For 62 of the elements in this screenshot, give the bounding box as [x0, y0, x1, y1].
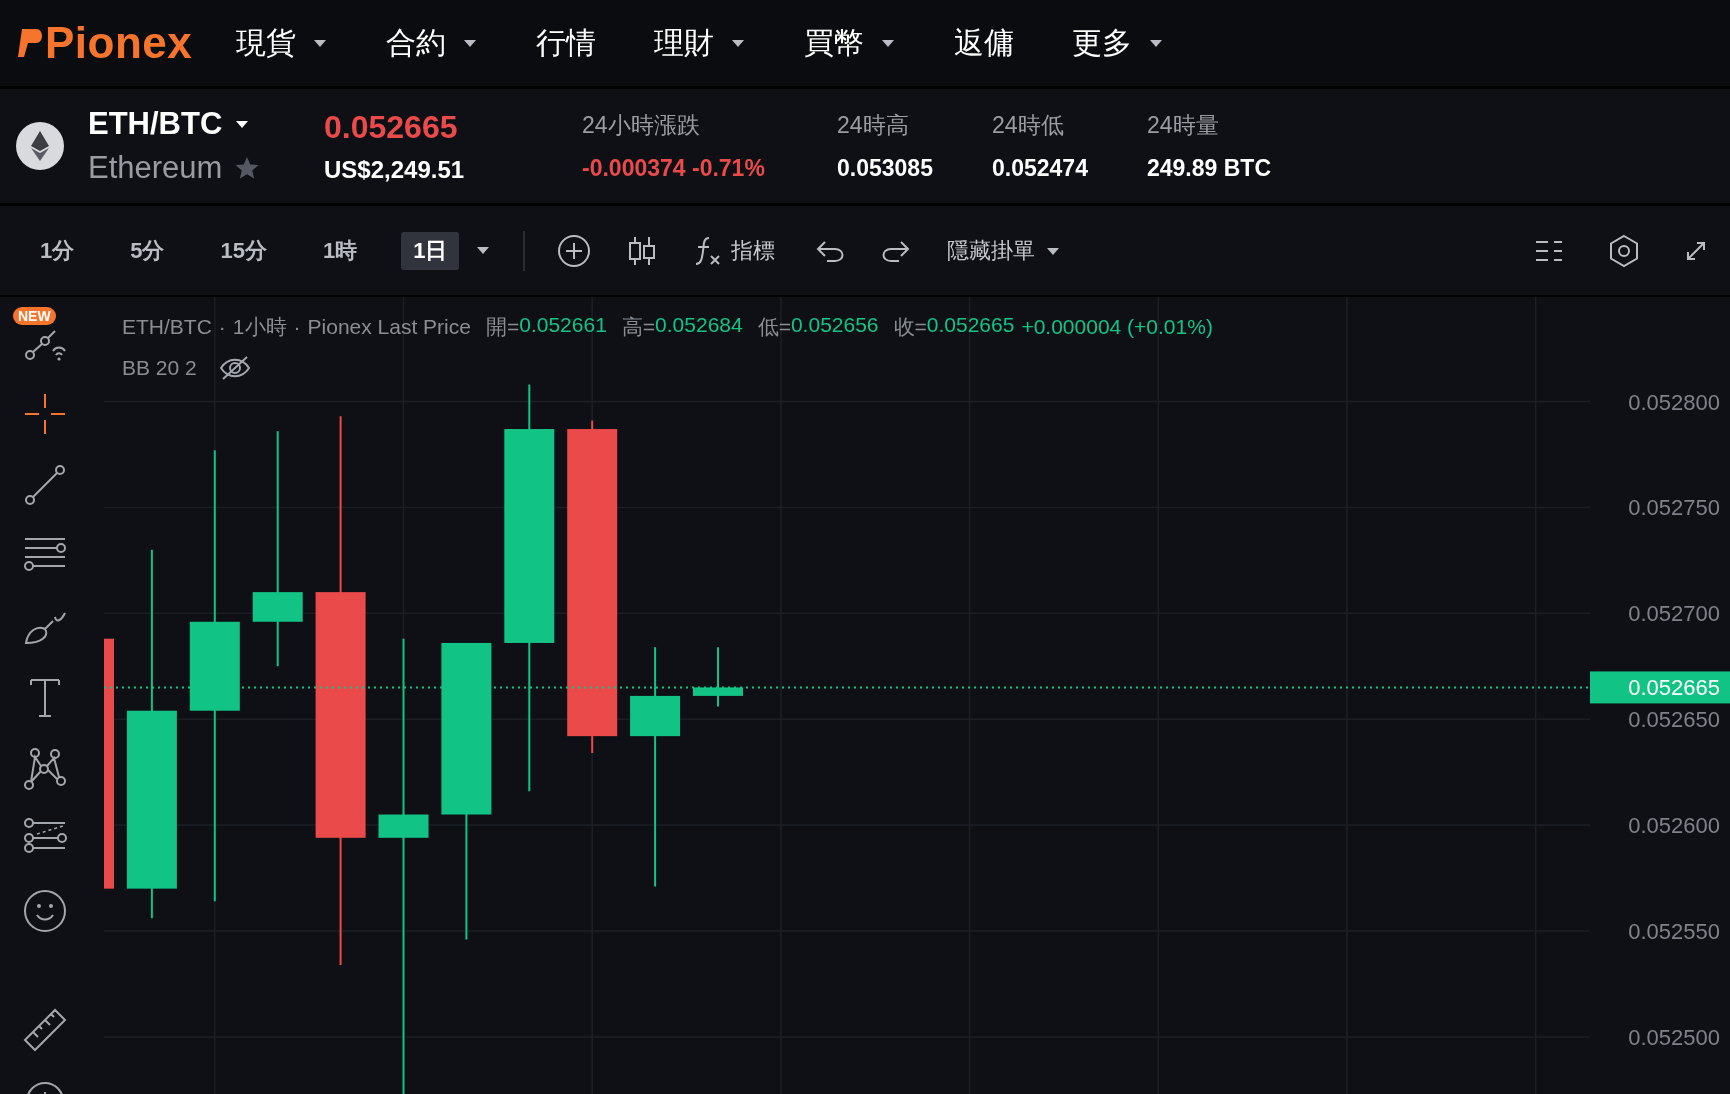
ohlc-value: 低=0.052656: [757, 313, 879, 340]
stat-value: 249.89 BTC: [1147, 155, 1272, 182]
hide-orders-dropdown[interactable]: 隱藏掛單: [947, 235, 1062, 266]
interval-tab[interactable]: 5分: [118, 231, 177, 270]
crosshair-icon[interactable]: [23, 392, 67, 436]
star-icon[interactable]: [234, 155, 261, 181]
ohlc-value: 開=0.052661: [485, 313, 607, 340]
stat-label: 24小時漲跌: [582, 111, 701, 140]
coin-name: Ethereum: [88, 150, 223, 186]
legend-text: Pionex Last Price: [307, 315, 471, 339]
pattern-icon[interactable]: [23, 747, 67, 791]
nav-menu-item[interactable]: 理財: [654, 22, 747, 64]
add-circle-icon[interactable]: [557, 233, 592, 268]
eye-slash-icon[interactable]: [217, 355, 252, 381]
line-tool-icon[interactable]: [23, 463, 67, 507]
legend-text: 1小時: [232, 314, 287, 340]
legend-text: ETH/BTC: [122, 315, 212, 339]
ruler-icon[interactable]: [23, 1008, 67, 1052]
stat-label: 24時高: [837, 111, 910, 140]
change-value: +0.000004 (+0.01%): [1021, 315, 1213, 339]
price-axis-label: 0.052700: [1628, 601, 1720, 627]
nav-menu-item[interactable]: 合約: [386, 22, 479, 64]
price-axis-label: 0.052750: [1628, 495, 1720, 521]
nav-menu-item[interactable]: 買幣: [804, 22, 897, 64]
brand-logo: Pionex: [45, 18, 193, 68]
stat-value: 0.052474: [992, 155, 1089, 182]
nav-menu-item[interactable]: 行情: [536, 22, 597, 64]
undo-icon[interactable]: [815, 238, 846, 263]
interval-tab[interactable]: 1時: [311, 231, 370, 270]
function-icon: [693, 234, 722, 267]
interval-tab[interactable]: 15分: [208, 231, 279, 270]
nav-menu-item[interactable]: 更多: [1072, 22, 1165, 64]
legend-separator: ·: [293, 315, 301, 339]
interval-tab[interactable]: 1分: [28, 231, 87, 270]
indicator-label: BB 20 2: [122, 356, 197, 380]
ohlc-value: 收=0.052665: [893, 313, 1015, 340]
usd-price: US$2,249.51: [324, 155, 466, 184]
price-axis-label: 0.052550: [1628, 919, 1720, 944]
new-badge: NEW: [13, 307, 56, 325]
stat-value: -0.000374 -0.71%: [582, 155, 766, 182]
legend-separator: ·: [218, 315, 226, 339]
last-price: 0.052665: [324, 108, 459, 146]
stat-label: 24時低: [992, 111, 1065, 140]
layout-list-icon[interactable]: [1534, 238, 1564, 263]
indicators-button[interactable]: 指標: [693, 234, 776, 267]
price-axis-label: 0.052650: [1628, 707, 1720, 733]
interval-tab[interactable]: 1日: [401, 231, 460, 270]
nav-menu-item[interactable]: 返傭: [954, 22, 1015, 64]
rising-candle: [693, 646, 743, 708]
price-axis-label: 0.052800: [1628, 389, 1720, 415]
smiley-icon[interactable]: [23, 889, 67, 933]
stat-label: 24時量: [1147, 111, 1220, 140]
ethereum-coin-icon: [16, 122, 64, 170]
trading-pair-selector[interactable]: ETH/BTC: [88, 106, 251, 142]
settings-icon[interactable]: [1608, 233, 1640, 268]
nav-menu-item[interactable]: 現貨: [236, 22, 329, 64]
last-price-tag: 0.052665: [1590, 671, 1730, 704]
stat-value: 0.053085: [837, 155, 934, 182]
price-axis-label: 0.052500: [1628, 1024, 1720, 1050]
price-axis-label: 0.052600: [1628, 813, 1720, 839]
ohlc-value: 高=0.052684: [621, 313, 743, 340]
redo-icon[interactable]: [881, 238, 912, 263]
